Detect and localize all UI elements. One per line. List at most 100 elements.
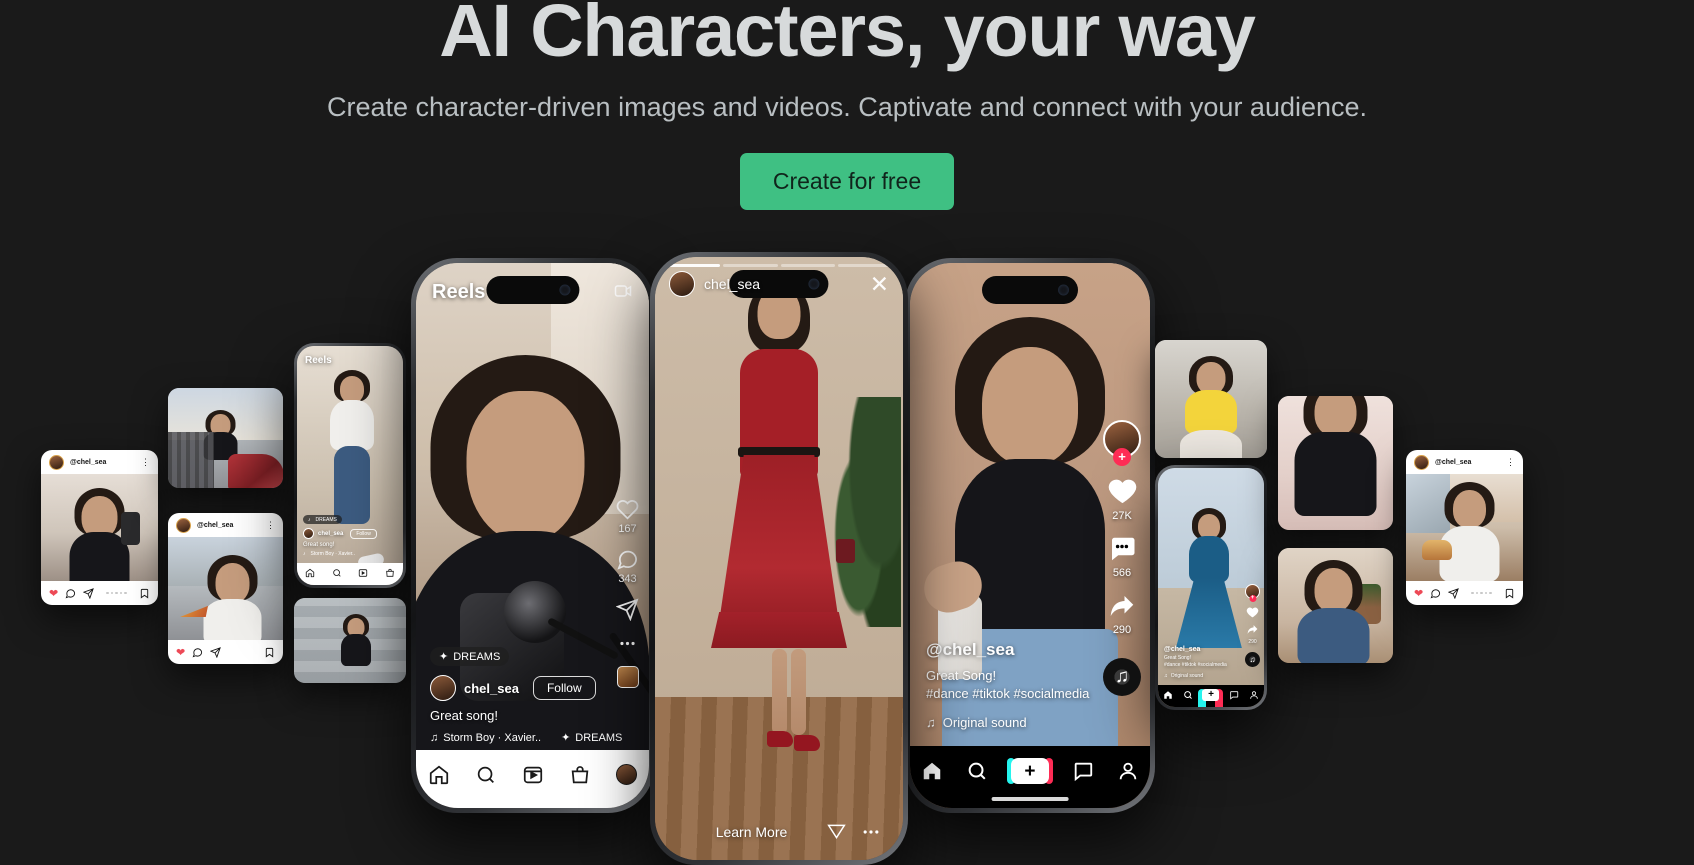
share-icon[interactable] — [210, 646, 222, 658]
create-icon[interactable]: + — [1006, 758, 1053, 784]
like-action[interactable] — [1246, 606, 1259, 619]
learn-more-button[interactable]: Learn More — [677, 824, 826, 840]
story-username[interactable]: chel_sea — [704, 276, 760, 292]
share-action[interactable]: 290 — [1107, 591, 1137, 636]
feed-card-image — [168, 537, 283, 640]
photo — [655, 257, 903, 860]
follow-plus-icon[interactable]: + — [1113, 448, 1131, 466]
sound-label: Original sound — [1170, 673, 1203, 679]
bookmark-icon[interactable] — [264, 647, 275, 658]
story-header: chel_sea ✕ — [655, 271, 903, 297]
photo-card-right-denim[interactable] — [1278, 548, 1393, 663]
profile-icon[interactable] — [1117, 760, 1139, 782]
reels-icon[interactable] — [522, 764, 544, 786]
like-action[interactable]: 27K — [1107, 476, 1138, 522]
follow-plus-icon[interactable]: + — [1249, 595, 1256, 602]
caption-line-2: #dance #tiktok #socialmedia — [926, 686, 1090, 701]
follow-button[interactable]: Follow — [350, 528, 377, 539]
story-segment — [722, 264, 778, 267]
dreams-badge: ♪ DREAMS — [303, 515, 342, 524]
sound-row[interactable]: ♫ Original sound — [926, 715, 1134, 730]
search-icon[interactable] — [475, 764, 497, 786]
like-icon[interactable]: ❤ — [49, 587, 58, 600]
creator-avatar-wrap[interactable]: + — [1103, 420, 1141, 466]
photo — [168, 537, 283, 640]
profile-avatar[interactable] — [615, 764, 637, 785]
bookmark-icon[interactable] — [139, 588, 150, 599]
ig-tab-bar[interactable] — [416, 750, 649, 808]
avatar[interactable] — [669, 271, 695, 297]
share-action[interactable]: 290 — [1246, 623, 1259, 645]
tiktok-caption-block: @chel_sea Great Song! #dance #tiktok #so… — [910, 640, 1150, 730]
music-icon: ♫ — [430, 731, 439, 744]
comment-icon[interactable] — [1430, 588, 1441, 599]
like-icon[interactable]: ❤ — [176, 646, 185, 659]
tiktok-phone[interactable]: + 27K 566 290 ♫ @chel_sea Great Song! #d… — [905, 258, 1155, 813]
shop-icon[interactable] — [385, 568, 395, 578]
story-progress-bars — [665, 264, 893, 267]
more-icon[interactable]: ⋮ — [1506, 458, 1515, 467]
comment-action[interactable]: 566 — [1107, 534, 1137, 579]
creator-avatar-wrap[interactable]: + — [1245, 584, 1260, 602]
story-footer: Learn More — [655, 821, 903, 842]
home-icon[interactable] — [921, 760, 943, 782]
more-icon[interactable] — [861, 822, 881, 842]
reels-icon[interactable] — [358, 568, 368, 578]
photo — [1278, 548, 1393, 663]
mini-reels-phone[interactable]: Reels ♪ DREAMS chel_sea Follow Great son… — [294, 343, 406, 588]
avatar[interactable] — [430, 675, 456, 701]
comment-icon[interactable] — [192, 647, 203, 658]
mini-tiktok-phone[interactable]: + 290 ♫ @chel_sea Great Song! #dance #ti… — [1155, 465, 1267, 710]
home-icon[interactable] — [305, 568, 315, 578]
more-icon[interactable]: ⋮ — [266, 521, 275, 530]
search-icon[interactable] — [332, 568, 342, 578]
like-action[interactable]: 167 — [616, 498, 639, 535]
comment-action[interactable]: 343 — [616, 548, 639, 585]
feed-card-right-far[interactable]: @chel_sea ⋮ ❤ — [1406, 450, 1523, 605]
sparkle-icon: ✦ — [439, 651, 449, 663]
feed-card-left-near[interactable]: @chel_sea ⋮ ❤ — [168, 513, 283, 664]
more-icon[interactable]: ⋮ — [141, 458, 150, 467]
comment-icon[interactable] — [65, 588, 76, 599]
feed-card-actions: ❤ — [1406, 581, 1523, 605]
like-icon[interactable]: ❤ — [1414, 587, 1423, 600]
tiktok-username[interactable]: @chel_sea — [926, 640, 1134, 660]
photo — [1406, 474, 1523, 581]
ig-tab-bar[interactable] — [297, 563, 403, 585]
photo-card-right-sport[interactable] — [1278, 396, 1393, 530]
camera-icon[interactable] — [613, 281, 633, 301]
search-icon[interactable] — [1183, 690, 1193, 700]
create-icon[interactable]: + — [1198, 688, 1224, 707]
mini-tiktok-caption: @chel_sea Great Song! #dance #tiktok #so… — [1158, 646, 1264, 679]
share-icon[interactable] — [1448, 587, 1460, 599]
dreams-badge: ✦ DREAMS — [430, 647, 510, 666]
home-icon[interactable] — [428, 764, 450, 786]
share-action[interactable] — [616, 598, 639, 621]
instagram-reels-phone[interactable]: Reels 167 343 ✦ DREAMS chel_sea Follow G… — [411, 258, 654, 813]
feed-card-left-far[interactable]: @chel_sea ⋮ ❤ — [41, 450, 158, 605]
follow-button[interactable]: Follow — [532, 676, 596, 700]
share-icon[interactable] — [83, 587, 95, 599]
cta-wrapper: Create for free — [0, 153, 1694, 210]
inbox-icon[interactable] — [1072, 760, 1094, 782]
comment-count: 566 — [1112, 567, 1132, 579]
bookmark-icon[interactable] — [1504, 588, 1515, 599]
create-for-free-button[interactable]: Create for free — [739, 153, 955, 210]
feed-card-username: @chel_sea — [1435, 458, 1472, 466]
page-title: AI Characters, your way — [439, 0, 1256, 72]
profile-icon[interactable] — [1249, 690, 1259, 700]
home-icon[interactable] — [1163, 690, 1173, 700]
shop-icon[interactable] — [569, 764, 591, 786]
photo-card-right-yellow[interactable] — [1155, 340, 1267, 458]
close-icon[interactable]: ✕ — [870, 272, 889, 296]
photo-card-left-steps[interactable] — [294, 598, 406, 683]
tiktok-tab-bar[interactable]: + — [1158, 685, 1264, 707]
photo-card-left-bridge[interactable] — [168, 388, 283, 488]
inbox-icon[interactable] — [1229, 690, 1239, 700]
username[interactable]: chel_sea — [464, 681, 519, 696]
search-icon[interactable] — [966, 760, 988, 782]
instagram-story-phone[interactable]: chel_sea ✕ Learn More — [650, 252, 908, 865]
feed-card-actions: ❤ — [168, 640, 283, 664]
send-icon[interactable] — [826, 821, 847, 842]
share-count: 290 — [1248, 639, 1257, 645]
